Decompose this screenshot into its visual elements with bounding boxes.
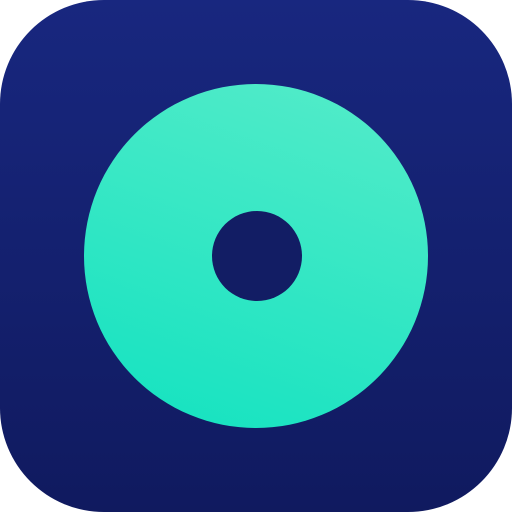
disc-center-hole — [212, 211, 302, 301]
app-icon[interactable] — [0, 0, 512, 512]
